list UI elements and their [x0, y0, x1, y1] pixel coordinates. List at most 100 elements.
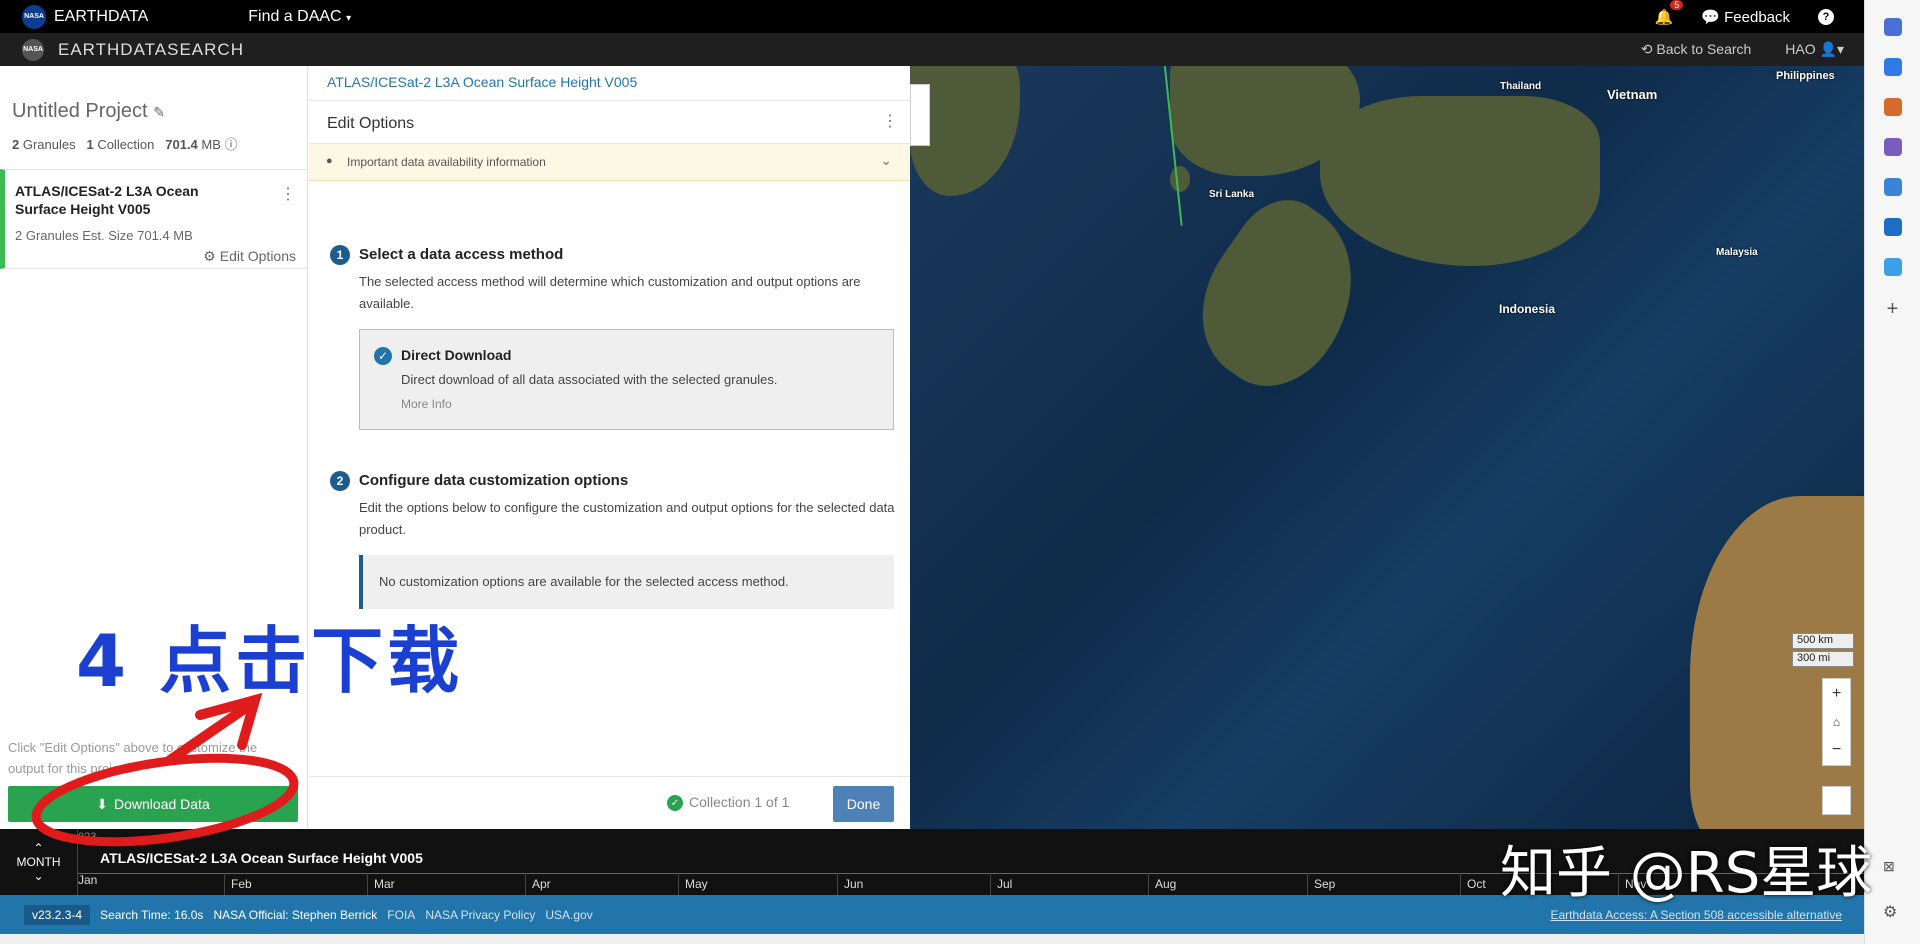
more-vert-icon[interactable]: ⋮	[280, 184, 296, 204]
collection-card[interactable]: ATLAS/ICESat-2 L3A Ocean Surface Height …	[0, 169, 308, 269]
more-vert-icon[interactable]: ⋮	[882, 111, 898, 131]
map-view[interactable]: Philippines Thailand Vietnam Sri Lanka M…	[910, 66, 1864, 829]
breadcrumb[interactable]: ATLAS/ICESat-2 L3A Ocean Surface Height …	[327, 74, 637, 90]
info-icon[interactable]: ⓘ	[225, 137, 238, 152]
search-time: Search Time: 16.0s	[100, 907, 204, 922]
usagov-link[interactable]: USA.gov	[545, 908, 592, 922]
edit-pencil-icon[interactable]: ✎	[153, 104, 165, 120]
games-icon[interactable]	[1883, 138, 1902, 156]
back-to-search-button[interactable]: ⟲ Back to Search	[1641, 41, 1752, 58]
map-label: Thailand	[1500, 81, 1542, 92]
step-2-description: Edit the options below to configure the …	[359, 500, 895, 537]
outlook-icon[interactable]	[1883, 218, 1902, 236]
user-icon: 👤▾	[1819, 41, 1844, 57]
done-button[interactable]: Done	[833, 786, 894, 822]
collection-counter: ✓ Collection 1 of 1	[667, 794, 789, 811]
find-daac-menu[interactable]: Find a DAAC ▾	[248, 8, 351, 26]
chat-icon: 💬	[1701, 8, 1720, 26]
search-icon[interactable]	[1883, 18, 1902, 36]
user-menu[interactable]: HAO 👤▾	[1785, 41, 1844, 58]
user-name: HAO	[1785, 41, 1816, 57]
settings-gear-icon[interactable]: ⚙	[1883, 902, 1897, 922]
check-circle-icon: ✓	[667, 795, 683, 811]
search-header: NASA EARTHDATASEARCH ⟲ Back to Search HA…	[0, 33, 1864, 66]
nasa-official: NASA Official: Stephen Berrick	[213, 907, 378, 922]
collection-count: 1	[86, 137, 94, 152]
panel-resize-handle[interactable]	[910, 84, 930, 146]
timeline-month: Jul	[990, 873, 1012, 895]
direct-download-option[interactable]: ✓ Direct Download Direct download of all…	[359, 329, 894, 430]
notification-count: 5	[1670, 0, 1684, 10]
land-sri-lanka	[1170, 166, 1190, 192]
chevron-down-icon[interactable]: ⌄	[880, 152, 892, 169]
layers-button[interactable]	[1822, 786, 1851, 815]
more-info-link[interactable]: More Info	[401, 397, 452, 411]
collection-label: Collection	[97, 137, 155, 152]
zoom-controls: + ⌂ −	[1822, 678, 1851, 766]
project-title[interactable]: Untitled Project ✎	[12, 100, 165, 123]
timeline-month: Mar	[367, 873, 395, 895]
step-1-description: The selected access method will determin…	[359, 274, 861, 311]
map-label: Philippines	[1776, 70, 1835, 82]
map-label: Indonesia	[1499, 302, 1556, 316]
red-arrow	[165, 692, 263, 765]
map-label: Sri Lanka	[1209, 189, 1255, 200]
browser-sidebar: + ⊠ ⚙	[1864, 0, 1920, 944]
edit-options-link[interactable]: ⚙ Edit Options	[203, 248, 296, 265]
map-label: Malaysia	[1716, 247, 1758, 258]
feedback-button[interactable]: 💬 Feedback	[1701, 8, 1790, 26]
split-icon[interactable]: ⊠	[1883, 858, 1895, 875]
help-button[interactable]: ?	[1818, 8, 1834, 25]
zoom-out-button[interactable]: −	[1832, 741, 1841, 759]
feedback-label: Feedback	[1724, 8, 1790, 26]
taskbar-strip	[0, 934, 1864, 944]
timeline-month: Apr	[525, 873, 551, 895]
size-unit: MB	[201, 137, 221, 152]
back-to-search-label: Back to Search	[1656, 41, 1752, 57]
step-2-badge: 2	[330, 471, 350, 491]
brand-label: EARTHDATA	[54, 7, 149, 25]
bell-icon: 🔔	[1654, 8, 1674, 26]
edit-options-label: Edit Options	[219, 248, 296, 264]
land-borneo	[1320, 96, 1600, 266]
timeline-month: May	[678, 873, 708, 895]
granules-label: Granules	[22, 137, 76, 152]
nasa-meatball-icon: NASA	[22, 38, 44, 61]
back-arrow-icon: ⟲	[1640, 41, 1653, 57]
edit-options-header: Edit Options ⋮	[309, 100, 910, 144]
map-label: Vietnam	[1607, 87, 1658, 102]
no-customization-text: No customization options are available f…	[379, 574, 789, 589]
scale-km: 500 km	[1792, 633, 1854, 649]
add-icon[interactable]: +	[1865, 298, 1920, 321]
earthdata-logo[interactable]: NASA EARTHDATA	[22, 4, 149, 29]
timeline-collection-name[interactable]: ATLAS/ICESat-2 L3A Ocean Surface Height …	[100, 850, 423, 866]
step-1-badge: 1	[330, 245, 350, 265]
version-badge: v23.2.3-4	[24, 904, 91, 925]
send-icon[interactable]	[1883, 258, 1902, 276]
tag-icon[interactable]	[1883, 58, 1902, 76]
timeline-month: Sep	[1307, 873, 1335, 895]
top-bar: NASA EARTHDATA Find a DAAC ▾ 🔔 5 💬 Feedb…	[0, 0, 1864, 33]
data-availability-notice[interactable]: ● Important data availability informatio…	[309, 144, 910, 181]
timeline-month: Oct	[1460, 873, 1486, 895]
app-title[interactable]: EARTHDATASEARCH	[58, 40, 244, 60]
foia-link[interactable]: FOIA	[387, 908, 415, 922]
edit-options-footer: ✓ Collection 1 of 1 Done	[309, 776, 910, 829]
granules-count: 2	[12, 137, 20, 152]
zoom-in-button[interactable]: +	[1832, 685, 1841, 703]
privacy-link[interactable]: NASA Privacy Policy	[425, 908, 535, 922]
scale-mi: 300 mi	[1792, 651, 1854, 667]
office-icon[interactable]	[1883, 178, 1902, 196]
step-1-title: Select a data access method	[359, 246, 564, 263]
chevron-down-icon[interactable]: ⌄	[17, 869, 61, 883]
find-daac-label: Find a DAAC	[248, 7, 342, 25]
notifications-button[interactable]: 🔔 5	[1654, 0, 1684, 26]
accessible-alternative-link[interactable]: Earthdata Access: A Section 508 accessib…	[1550, 908, 1842, 922]
timeline-month: Jun	[837, 873, 863, 895]
notice-text: Important data availability information	[347, 155, 546, 169]
edit-options-heading: Edit Options	[327, 115, 415, 132]
briefcase-icon[interactable]	[1883, 98, 1902, 116]
home-button[interactable]: ⌂	[1833, 715, 1840, 729]
interval-label: MONTH	[16, 855, 61, 869]
timeline-month: Aug	[1148, 873, 1176, 895]
